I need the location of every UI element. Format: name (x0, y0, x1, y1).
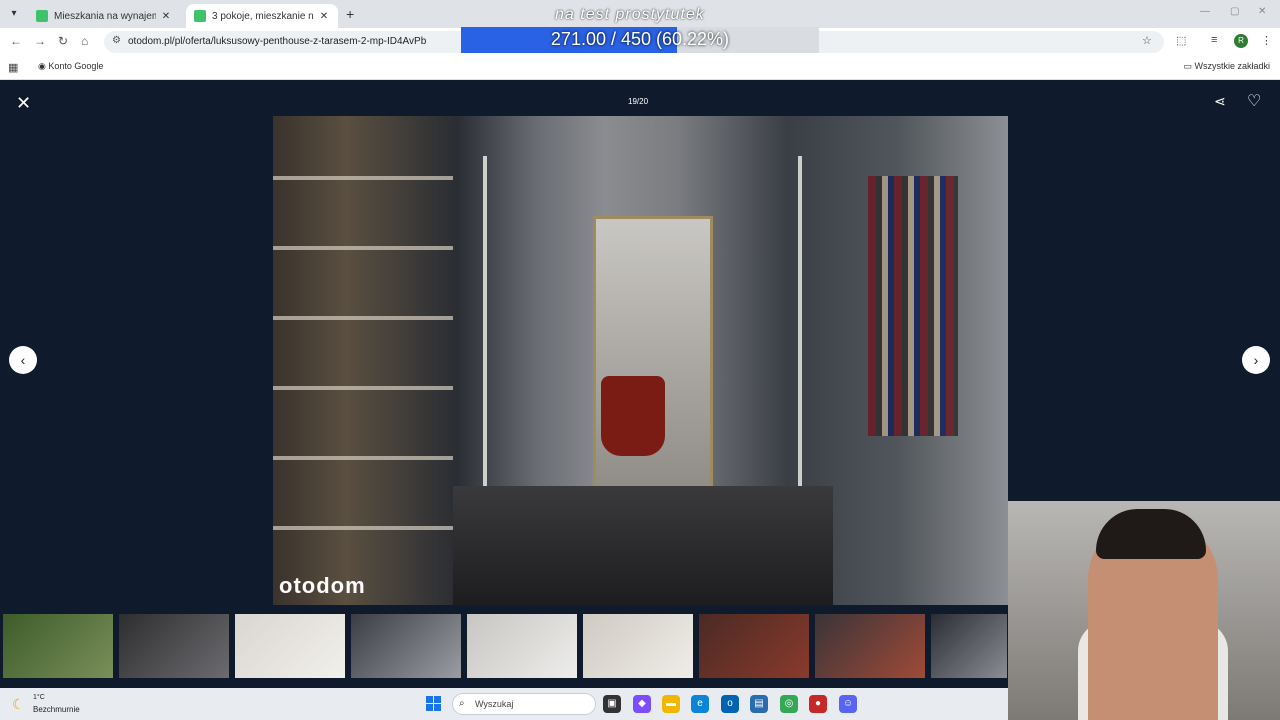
tab-listings[interactable]: Mieszkania na wynajem: Wrocła ✕ (28, 4, 180, 28)
shelf (273, 316, 453, 320)
heart-icon[interactable]: ♡ (1247, 91, 1261, 111)
windows-start-icon[interactable] (426, 696, 441, 711)
bookmark-google-account[interactable]: ◉ Konto Google (38, 61, 103, 72)
floor (453, 486, 833, 605)
led-strip (483, 156, 487, 516)
outlook-icon[interactable]: o (721, 695, 739, 713)
copilot-icon[interactable]: ◆ (633, 695, 651, 713)
maximize-icon[interactable]: ▢ (1230, 6, 1239, 17)
gallery-thumbnail[interactable] (119, 614, 229, 678)
url-text: otodom.pl/pl/oferta/luksusowy-penthouse-… (128, 36, 427, 47)
file-explorer-icon[interactable]: ▬ (662, 695, 680, 713)
more-menu-icon[interactable]: ⋮ (1261, 34, 1272, 47)
tab-close-icon[interactable]: ✕ (318, 11, 330, 22)
tab-active-listing[interactable]: 3 pokoje, mieszkanie na wynajem ✕ (186, 4, 338, 28)
weather-temp: 1°C (33, 694, 45, 701)
bookmark-star-icon[interactable]: ☆ (1142, 34, 1152, 47)
glass-door (593, 216, 713, 516)
chevron-left-icon[interactable]: ‹ (9, 346, 37, 374)
gallery-thumbnail[interactable] (467, 614, 577, 678)
home-icon[interactable]: ⌂ (81, 34, 88, 48)
tab-label: 3 pokoje, mieszkanie na wynajem (212, 10, 314, 22)
app-icon[interactable]: ● (809, 695, 827, 713)
apps-grid-icon[interactable]: ▦ (8, 61, 18, 74)
photo-counter: 19/20 (628, 97, 649, 106)
tab-label: Mieszkania na wynajem: Wrocła (54, 10, 156, 22)
chevron-right-icon[interactable]: › (1242, 346, 1270, 374)
gallery-thumbnail[interactable] (235, 614, 345, 678)
tab-search-chevron-icon[interactable]: ▾ (6, 6, 22, 22)
search-placeholder: Wyszukaj (475, 699, 514, 709)
gallery-thumbnail[interactable] (699, 614, 809, 678)
close-icon[interactable]: ✕ (16, 93, 31, 114)
all-bookmarks-button[interactable]: ▭ Wszystkie zakładki (1183, 61, 1270, 72)
reload-icon[interactable]: ↻ (58, 34, 68, 48)
led-strip (798, 156, 802, 516)
forward-icon[interactable]: → (34, 34, 46, 48)
windows-taskbar: ☾ 1°C Bezchmurnie ⌕ Wyszukaj ▣ ◆ ▬ e o ▤… (0, 688, 1008, 720)
weather-desc: Bezchmurnie (33, 705, 80, 714)
back-icon[interactable]: ← (10, 34, 22, 48)
shelf (273, 386, 453, 390)
shelf (273, 176, 453, 180)
taskbar-search[interactable]: ⌕ Wyszukaj (452, 693, 596, 715)
edge-icon[interactable]: e (691, 695, 709, 713)
gallery-thumbnail[interactable] (351, 614, 461, 678)
site-info-icon[interactable]: ⚙ (112, 35, 121, 46)
otodom-favicon-icon (194, 10, 206, 22)
gallery-thumbnail[interactable] (583, 614, 693, 678)
stream-overlay-title: na test prostytutek (555, 6, 705, 23)
webcam-hair (1096, 509, 1206, 559)
search-icon: ⌕ (459, 698, 465, 709)
new-tab-button[interactable]: + (346, 6, 354, 22)
chrome-icon[interactable]: ◎ (780, 695, 798, 713)
main-photo: otodom (273, 116, 1008, 605)
bookmark-label: Konto Google (48, 61, 104, 71)
gallery-thumbnail[interactable] (3, 614, 113, 678)
extensions-icon[interactable]: ⬚ (1176, 34, 1186, 47)
gallery-thumbnail[interactable] (815, 614, 925, 678)
donation-progress-bar: 271.00 / 450 (60.22%) (461, 27, 819, 53)
minimize-icon[interactable]: — (1200, 6, 1210, 17)
hanging-clothes (868, 176, 958, 436)
share-icon[interactable]: ⋖ (1214, 93, 1226, 110)
all-bookmarks-label: Wszystkie zakładki (1194, 61, 1270, 71)
otodom-favicon-icon (36, 10, 48, 22)
shelf (273, 526, 453, 530)
store-icon[interactable]: ▤ (750, 695, 768, 713)
bookmarks-bar: ▦ ◉ Konto Google ▭ Wszystkie zakładki (0, 56, 1280, 80)
gallery-thumbnail[interactable] (931, 614, 1007, 678)
discord-icon[interactable]: ☺ (839, 695, 857, 713)
otodom-watermark: otodom (279, 573, 366, 598)
moon-weather-icon[interactable]: ☾ (12, 696, 25, 713)
media-controls-icon[interactable]: ≡ (1211, 34, 1217, 46)
task-view-icon[interactable]: ▣ (603, 695, 621, 713)
tab-close-icon[interactable]: ✕ (160, 11, 172, 22)
shelf (273, 456, 453, 460)
progress-text: 271.00 / 450 (60.22%) (550, 29, 730, 49)
profile-avatar[interactable]: R (1234, 34, 1248, 48)
copper-bathtub (601, 376, 665, 456)
webcam-overlay (1008, 501, 1280, 720)
shelf (273, 246, 453, 250)
thumbnail-strip (0, 614, 1008, 678)
close-window-icon[interactable]: ✕ (1258, 6, 1266, 17)
